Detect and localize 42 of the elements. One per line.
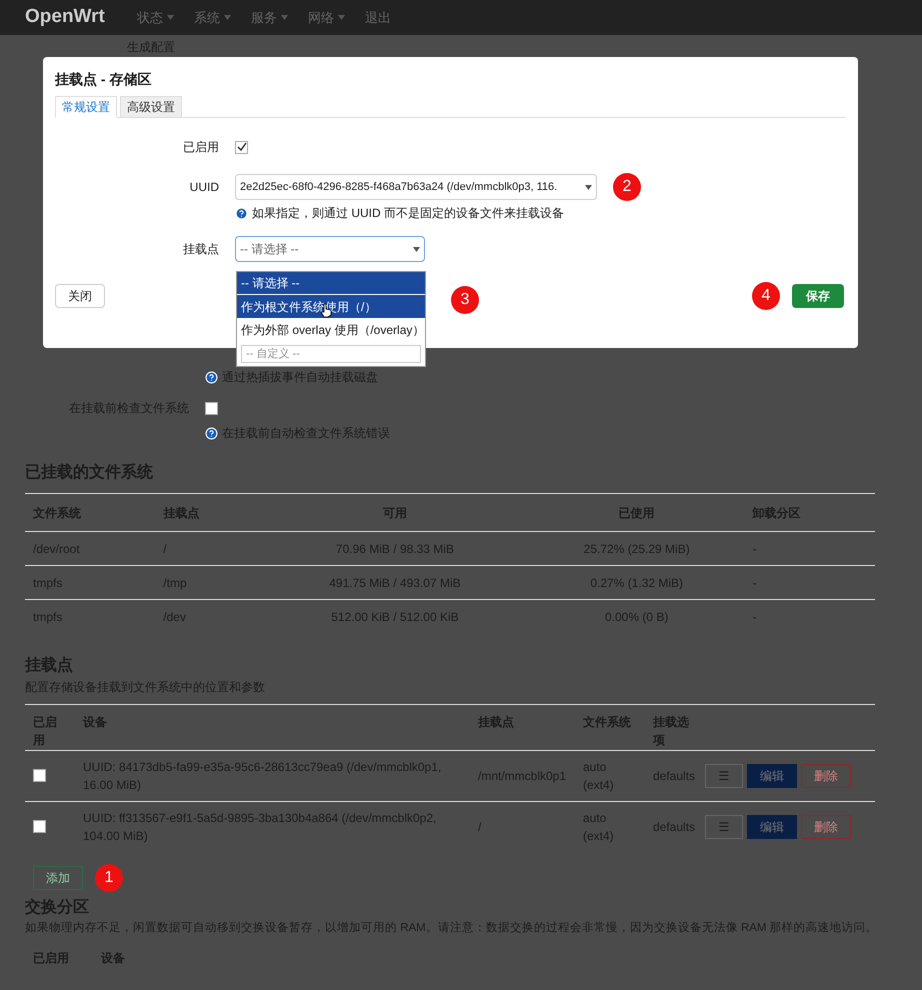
nav-menu[interactable]: 状态 bbox=[136, 8, 163, 28]
mount-point-select[interactable]: -- 请选择 -- bbox=[235, 236, 425, 262]
brand-logo[interactable]: OpenWrt bbox=[25, 3, 105, 32]
dropdown-option[interactable]: 作为外部 overlay 使用（/overlay） bbox=[237, 318, 425, 341]
caret-icon bbox=[413, 246, 420, 252]
step-marker: 4 bbox=[752, 282, 780, 310]
add-button[interactable]: 添加 bbox=[33, 866, 83, 890]
checkbox[interactable] bbox=[235, 140, 248, 154]
checkbox[interactable] bbox=[205, 402, 218, 414]
tab[interactable]: 常规设置 bbox=[55, 96, 117, 118]
nav-menu[interactable]: 网络 bbox=[308, 8, 334, 28]
help-text: 如果指定，则通过 UUID 而不是固定的设备文件来挂载设备 bbox=[252, 205, 564, 222]
uuid-select[interactable]: 2e2d25ec-68f0-4296-8285-f468a7b63a24 (/dev/mmcblk0p3, 116. bbox=[235, 174, 597, 200]
nav-menu[interactable]: 退出 bbox=[364, 8, 391, 28]
edit-button[interactable]: 编辑 bbox=[747, 814, 797, 839]
close-button[interactable]: 关闭 bbox=[55, 284, 105, 308]
table-cell: / bbox=[155, 532, 262, 566]
help-icon bbox=[205, 370, 218, 384]
table-cell: - bbox=[744, 600, 875, 634]
modal-title: 挂载点 - 存储区 bbox=[55, 70, 152, 89]
dropdown-option[interactable]: -- 请选择 -- bbox=[237, 272, 425, 295]
caret-icon bbox=[585, 184, 592, 190]
help-icon bbox=[205, 426, 218, 440]
step-marker: 1 bbox=[95, 864, 123, 892]
help-icon bbox=[235, 206, 248, 220]
delete-button[interactable]: 删除 bbox=[801, 764, 851, 788]
custom-input[interactable]: -- 自定义 -- bbox=[241, 345, 421, 363]
nav-menu[interactable]: 系统 bbox=[194, 8, 220, 28]
checkbox[interactable] bbox=[33, 820, 46, 834]
field-label: UUID bbox=[188, 179, 219, 196]
delete-button[interactable]: 删除 bbox=[801, 814, 851, 839]
table-cell: / bbox=[470, 801, 575, 852]
save-button[interactable]: 保存 bbox=[792, 284, 844, 308]
field-label: 已启用 bbox=[182, 139, 219, 156]
checkbox[interactable] bbox=[33, 769, 46, 782]
table-cell: - bbox=[744, 532, 875, 566]
table-cell: - bbox=[744, 566, 875, 600]
field-label: 挂载点 bbox=[182, 241, 219, 258]
tab[interactable]: 高级设置 bbox=[120, 96, 182, 118]
nav-menu[interactable]: 服务 bbox=[250, 8, 277, 28]
step-marker: 2 bbox=[613, 173, 641, 201]
edit-button[interactable]: 编辑 bbox=[747, 764, 797, 788]
